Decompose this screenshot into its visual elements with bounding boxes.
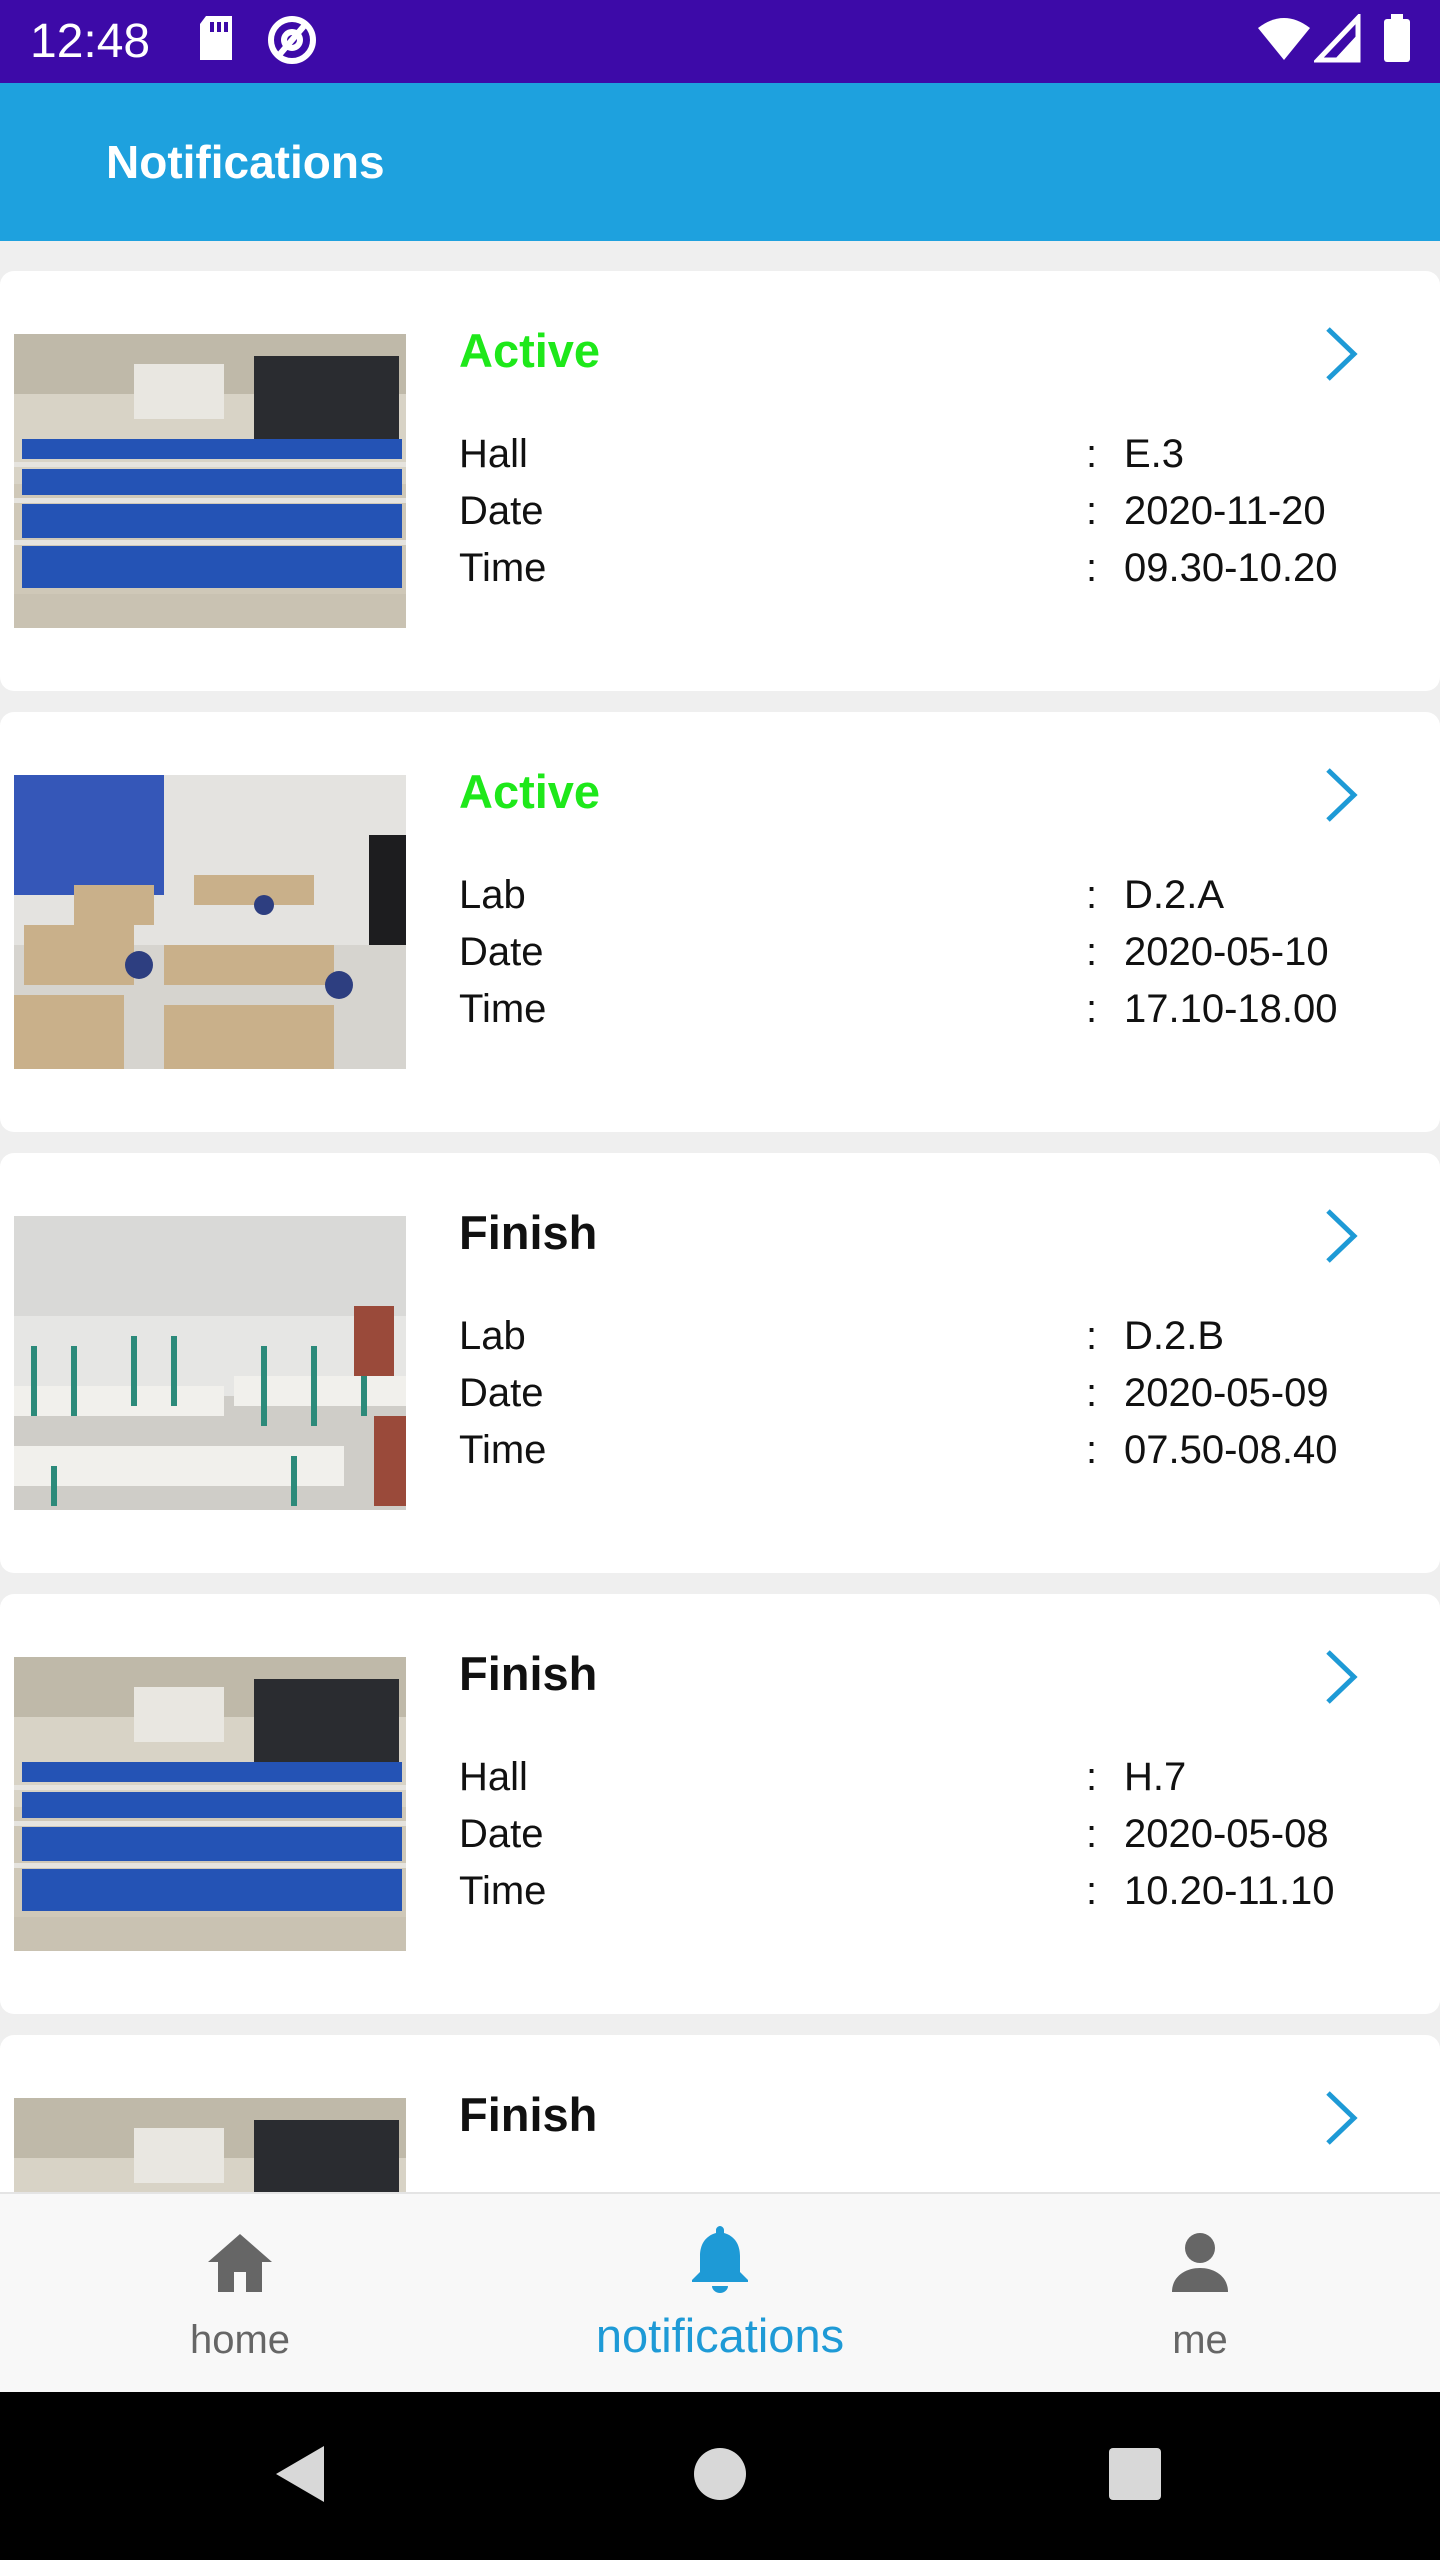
status-label: Active <box>459 324 601 377</box>
chevron-right-icon[interactable] <box>1318 762 1366 828</box>
field-colon: : <box>1086 873 1098 917</box>
nav-item-notifications[interactable]: notifications <box>480 2194 960 2394</box>
field-value: 09.30-10.20 <box>1124 546 1338 590</box>
field-value: 07.50-08.40 <box>1124 1428 1338 1472</box>
home-circle-icon[interactable] <box>693 2442 747 2511</box>
field-label: Date <box>459 930 544 974</box>
status-time: 12:48 <box>30 15 151 68</box>
bottom-navigation: home notifications me <box>0 2192 1440 2392</box>
field-colon: : <box>1086 1869 1098 1913</box>
status-label: Finish <box>459 1206 598 1259</box>
chevron-right-icon[interactable] <box>1318 1203 1366 1269</box>
back-icon[interactable] <box>272 2442 328 2511</box>
field-value: D.2.B <box>1124 1314 1225 1358</box>
field-label: Lab <box>459 1314 526 1358</box>
status-label: Finish <box>459 2088 598 2141</box>
page-title: Notifications <box>106 136 385 188</box>
field-value: 2020-05-09 <box>1124 1371 1329 1415</box>
field-label: Time <box>459 987 547 1031</box>
field-colon: : <box>1086 1314 1098 1358</box>
recents-icon[interactable] <box>1109 2442 1161 2511</box>
signal-icon <box>1312 11 1362 69</box>
chevron-right-icon[interactable] <box>1318 1644 1366 1710</box>
notification-card[interactable]: Active Lab : D.2.A Date : 2020-05-10 Tim… <box>0 712 1440 1132</box>
room-thumbnail <box>14 1216 406 1510</box>
notification-card[interactable]: Finish Lab : D.2.B Date : 2020-05-09 Tim… <box>0 1153 1440 1573</box>
field-colon: : <box>1086 987 1098 1031</box>
field-colon: : <box>1086 1371 1098 1415</box>
field-value: H.7 <box>1124 1755 1187 1799</box>
chevron-right-icon[interactable] <box>1318 2085 1366 2151</box>
person-icon <box>1168 2230 1232 2299</box>
field-value: D.2.A <box>1124 873 1225 917</box>
home-icon <box>204 2230 276 2299</box>
nav-label: home <box>189 2318 291 2362</box>
field-label: Date <box>459 489 544 533</box>
field-colon: : <box>1086 1812 1098 1856</box>
field-value: 10.20-11.10 <box>1124 1869 1335 1913</box>
field-colon: : <box>1086 432 1098 476</box>
room-thumbnail <box>14 775 406 1069</box>
battery-icon <box>1382 14 1412 69</box>
room-thumbnail <box>14 1657 406 1951</box>
system-navigation-bar <box>0 2392 1440 2560</box>
status-label: Finish <box>459 1647 598 1700</box>
field-label: Date <box>459 1371 544 1415</box>
field-value: 2020-05-10 <box>1124 930 1329 974</box>
field-colon: : <box>1086 546 1098 590</box>
field-label: Time <box>459 1869 547 1913</box>
at-sync-icon <box>266 14 318 71</box>
nav-item-me[interactable]: me <box>960 2194 1440 2394</box>
field-value: E.3 <box>1124 432 1185 476</box>
field-label: Lab <box>459 873 526 917</box>
notification-card[interactable]: Active Hall : E.3 Date : 2020-11-20 Time… <box>0 271 1440 691</box>
field-colon: : <box>1086 489 1098 533</box>
field-value: 17.10-18.00 <box>1124 987 1338 1031</box>
nav-item-home[interactable]: home <box>0 2194 480 2394</box>
app-bar: Notifications <box>0 83 1440 241</box>
status-bar: 12:48 <box>0 0 1440 83</box>
room-thumbnail <box>14 334 406 628</box>
nav-label: me <box>1172 2318 1228 2362</box>
notification-list[interactable]: Active Hall : E.3 Date : 2020-11-20 Time… <box>0 241 1440 2192</box>
field-label: Hall <box>459 1755 528 1799</box>
field-colon: : <box>1086 1428 1098 1472</box>
field-colon: : <box>1086 1755 1098 1799</box>
status-label: Active <box>459 765 601 818</box>
bell-icon <box>688 2222 752 2299</box>
field-label: Hall <box>459 432 528 476</box>
chevron-right-icon[interactable] <box>1318 321 1366 387</box>
notification-card[interactable]: Finish <box>0 2035 1440 2192</box>
field-colon: : <box>1086 930 1098 974</box>
sd-card-icon <box>196 14 236 69</box>
wifi-icon <box>1256 14 1312 69</box>
nav-label: notifications <box>595 2309 845 2362</box>
field-value: 2020-05-08 <box>1124 1812 1329 1856</box>
notification-card[interactable]: Finish Hall : H.7 Date : 2020-05-08 Time… <box>0 1594 1440 2014</box>
field-label: Date <box>459 1812 544 1856</box>
field-label: Time <box>459 546 547 590</box>
room-thumbnail <box>14 2098 406 2192</box>
field-label: Time <box>459 1428 547 1472</box>
field-value: 2020-11-20 <box>1124 489 1326 533</box>
